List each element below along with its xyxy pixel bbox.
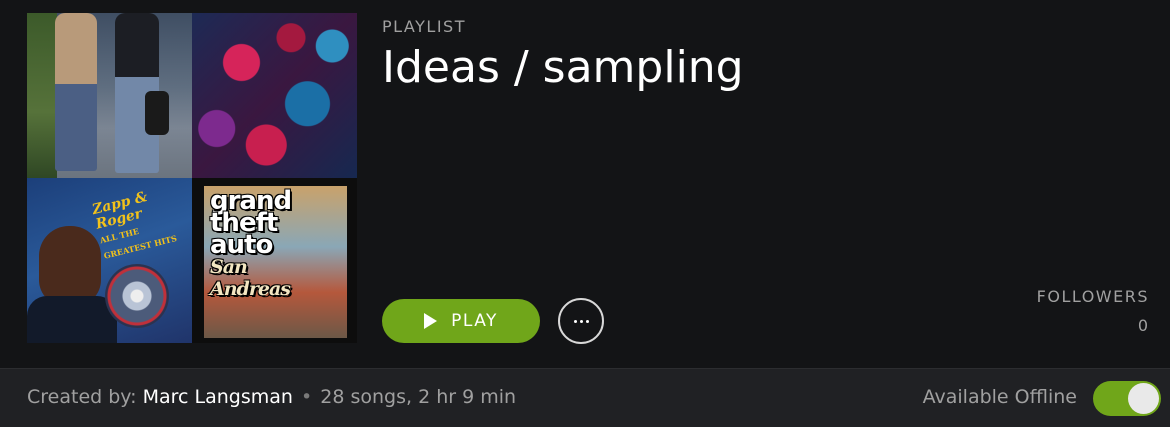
person-figure bbox=[55, 13, 97, 171]
portrait-face bbox=[39, 226, 101, 306]
album-title-art: Zapp & Roger ALL THE GREATEST HITS bbox=[90, 188, 178, 261]
game-logo: grand theft auto San Andreas bbox=[210, 186, 292, 300]
owner-link[interactable]: Marc Langsman bbox=[143, 386, 293, 408]
cover-tile-street-photo bbox=[27, 13, 192, 178]
created-by-label: Created by: bbox=[27, 386, 137, 408]
playlist-info-bar: Created by: Marc Langsman • 28 songs, 2 … bbox=[0, 368, 1170, 427]
cover-tile-zapp-roger: Zapp & Roger ALL THE GREATEST HITS bbox=[27, 178, 192, 343]
vinyl-disc bbox=[105, 264, 169, 328]
bag-shape bbox=[145, 91, 169, 135]
ellipsis-icon bbox=[573, 319, 589, 323]
available-offline-toggle[interactable] bbox=[1093, 381, 1161, 416]
playlist-summary: 28 songs, 2 hr 9 min bbox=[320, 386, 517, 408]
play-icon bbox=[424, 313, 438, 329]
cover-tile-abstract-paint bbox=[192, 13, 357, 178]
playlist-header: Zapp & Roger ALL THE GREATEST HITS grand… bbox=[0, 0, 1170, 368]
playlist-meta: Created by: Marc Langsman • 28 songs, 2 … bbox=[27, 386, 516, 408]
play-button[interactable]: PLAY bbox=[382, 299, 540, 343]
toggle-knob bbox=[1128, 383, 1159, 414]
followers-count: 0 bbox=[1137, 316, 1148, 335]
grass-strip bbox=[27, 13, 57, 178]
portrait-suit bbox=[27, 296, 117, 343]
type-label: PLAYLIST bbox=[382, 17, 466, 36]
more-options-button[interactable] bbox=[558, 298, 604, 344]
cover-tile-gta: grand theft auto San Andreas bbox=[192, 178, 357, 343]
play-button-label: PLAY bbox=[451, 311, 498, 331]
followers-label: FOLLOWERS bbox=[1036, 287, 1149, 306]
playlist-cover-mosaic: Zapp & Roger ALL THE GREATEST HITS grand… bbox=[27, 13, 357, 343]
separator-dot: • bbox=[301, 386, 313, 408]
page-title: Ideas / sampling bbox=[382, 42, 744, 93]
available-offline-label: Available Offline bbox=[922, 386, 1077, 408]
